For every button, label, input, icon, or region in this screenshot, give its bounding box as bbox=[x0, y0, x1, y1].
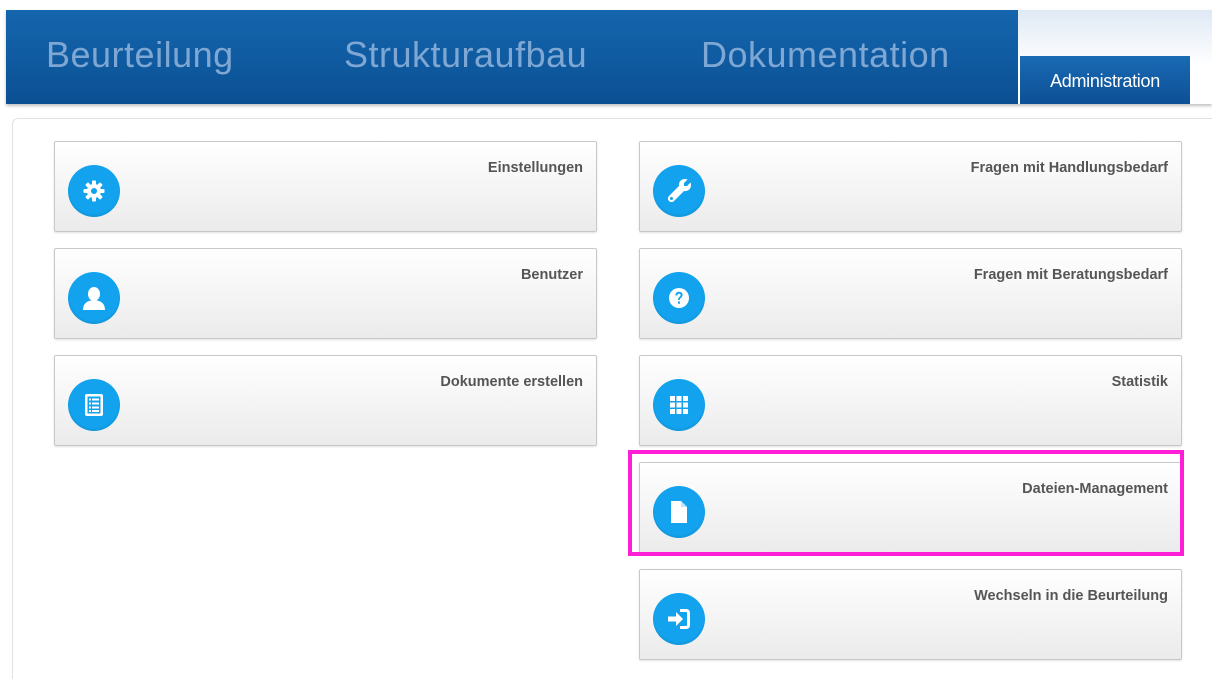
wrench-icon bbox=[653, 165, 705, 217]
tile-label: Dateien-Management bbox=[1022, 481, 1168, 497]
tile-label: Fragen mit Beratungsbedarf bbox=[973, 267, 1168, 283]
tile-dokumente-erstellen[interactable]: Dokumente erstellen bbox=[54, 355, 597, 446]
tile-wechseln-in-die-beurteilung[interactable]: Wechseln in die Beurteilung bbox=[639, 569, 1182, 660]
tab-strukturaufbau[interactable]: Strukturaufbau bbox=[344, 34, 587, 76]
grid-icon bbox=[653, 379, 705, 431]
tile-label: Dokumente erstellen bbox=[440, 374, 583, 390]
tile-statistik[interactable]: Statistik bbox=[639, 355, 1182, 446]
tile-label: Statistik bbox=[1111, 374, 1168, 390]
tile-fragen-mit-beratungsbedarf[interactable]: Fragen mit Beratungsbedarf bbox=[639, 248, 1182, 339]
tab-beurteilung[interactable]: Beurteilung bbox=[46, 34, 234, 76]
tile-benutzer[interactable]: Benutzer bbox=[54, 248, 597, 339]
tile-fragen-mit-handlungsbedarf[interactable]: Fragen mit Handlungsbedarf bbox=[639, 141, 1182, 232]
tile-dateien-management[interactable]: Dateien-Management bbox=[639, 462, 1182, 553]
tile-label: Einstellungen bbox=[487, 160, 583, 176]
user-icon bbox=[68, 272, 120, 324]
gear-icon bbox=[68, 165, 120, 217]
sign-in-icon bbox=[653, 593, 705, 645]
tile-label: Fragen mit Handlungsbedarf bbox=[970, 160, 1168, 176]
active-tab-container: Administration bbox=[1018, 10, 1212, 104]
question-icon bbox=[653, 272, 705, 324]
file-icon bbox=[653, 486, 705, 538]
document-list-icon bbox=[68, 379, 120, 431]
tab-administration[interactable]: Administration bbox=[1020, 56, 1190, 104]
tile-label: Wechseln in die Beurteilung bbox=[974, 588, 1168, 604]
tile-einstellungen[interactable]: Einstellungen bbox=[54, 141, 597, 232]
tile-label: Benutzer bbox=[520, 267, 583, 283]
tab-dokumentation[interactable]: Dokumentation bbox=[701, 34, 950, 76]
